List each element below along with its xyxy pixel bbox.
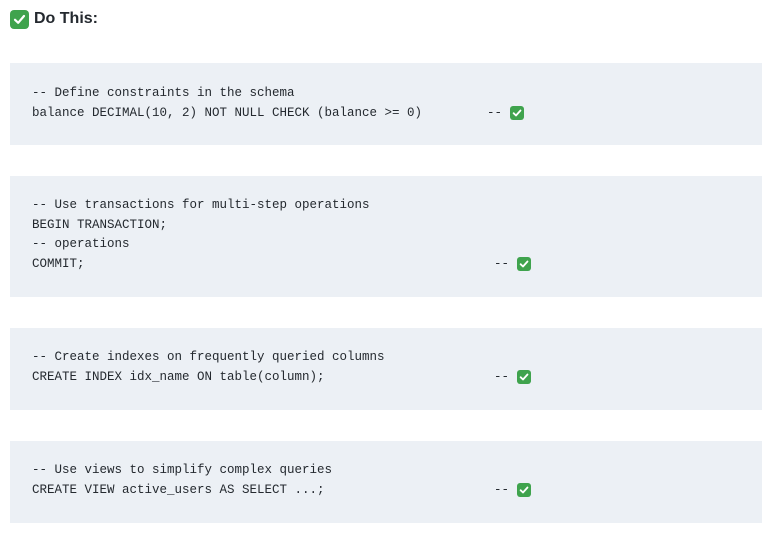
- code-line: CREATE INDEX idx_name ON table(column); -…: [32, 368, 762, 388]
- code-line: -- Use transactions for multi-step opera…: [32, 196, 762, 216]
- code-text: -- Use views to simplify complex queries: [32, 463, 333, 477]
- code-line: balance DECIMAL(10, 2) NOT NULL CHECK (b…: [32, 104, 762, 124]
- code-block-views: -- Use views to simplify complex queries…: [10, 441, 762, 523]
- code-text: CREATE INDEX idx_name ON table(column);: [32, 369, 325, 384]
- code-text: -- Define constraints in the schema: [32, 86, 295, 100]
- code-line: -- Create indexes on frequently queried …: [32, 348, 762, 368]
- comment-suffix: --: [494, 255, 532, 275]
- comment-marker: --: [494, 256, 510, 271]
- code-line: -- Define constraints in the schema: [32, 84, 762, 104]
- comment-marker: --: [487, 105, 503, 120]
- code-line: CREATE VIEW active_users AS SELECT ...; -…: [32, 481, 762, 501]
- code-text: -- Create indexes on frequently queried …: [32, 350, 385, 364]
- comment-suffix: --: [494, 368, 532, 388]
- comment-marker: --: [494, 369, 510, 384]
- code-text: COMMIT;: [32, 256, 85, 271]
- check-mark-button-icon: [517, 483, 532, 498]
- section-heading: Do This:: [10, 8, 98, 30]
- code-line: -- operations: [32, 235, 762, 255]
- check-mark-button-icon: [10, 9, 29, 29]
- code-block-constraints: -- Define constraints in the schema bala…: [10, 63, 762, 145]
- check-mark-button-icon: [510, 106, 525, 121]
- check-mark-button-icon: [517, 370, 532, 385]
- comment-suffix: --: [494, 481, 532, 501]
- code-text: -- Use transactions for multi-step opera…: [32, 198, 370, 212]
- code-block-indexes: -- Create indexes on frequently queried …: [10, 328, 762, 410]
- code-text: balance DECIMAL(10, 2) NOT NULL CHECK (b…: [32, 105, 423, 120]
- code-text: BEGIN TRANSACTION;: [32, 217, 168, 232]
- comment-marker: --: [494, 482, 510, 497]
- section-heading-text: Do This:: [34, 10, 98, 27]
- code-line: BEGIN TRANSACTION;: [32, 216, 762, 236]
- comment-suffix: --: [487, 104, 525, 124]
- code-block-transactions: -- Use transactions for multi-step opera…: [10, 176, 762, 297]
- code-line: COMMIT; --: [32, 255, 762, 275]
- code-text: -- operations: [32, 237, 130, 251]
- check-mark-button-icon: [517, 257, 532, 272]
- code-text: CREATE VIEW active_users AS SELECT ...;: [32, 482, 325, 497]
- code-line: -- Use views to simplify complex queries: [32, 461, 762, 481]
